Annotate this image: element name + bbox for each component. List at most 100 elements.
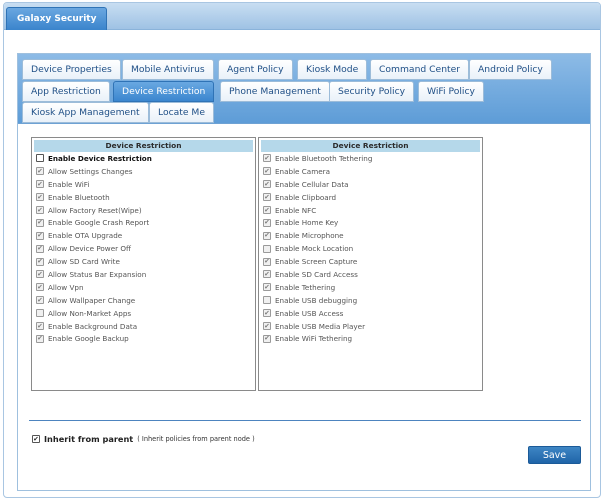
checkbox-enable-wifi-tethering [263, 334, 271, 343]
restriction-item-enable-sd-card-access: Enable SD Card Access [259, 268, 482, 281]
restriction-item-enable-wifi-tethering: Enable WiFi Tethering [259, 332, 482, 345]
restriction-item-enable-bluetooth: Enable Bluetooth [32, 191, 255, 204]
checkbox-allow-non-market-apps [36, 309, 44, 318]
checkbox-allow-vpn [36, 283, 44, 292]
save-button[interactable]: Save [528, 446, 581, 464]
checkbox-enable-usb-access [263, 309, 271, 318]
restriction-item-enable-wifi: Enable WiFi [32, 178, 255, 191]
checkbox-allow-factory-reset-wipe [36, 206, 44, 214]
restriction-label: Enable SD Card Access [275, 269, 358, 279]
tab-phone-management[interactable]: Phone Management [220, 81, 330, 102]
tab-kiosk-app-management[interactable]: Kiosk App Management [22, 102, 149, 123]
restriction-item-enable-usb-access: Enable USB Access [259, 307, 482, 320]
restriction-label: Enable Microphone [275, 231, 344, 241]
tab-kiosk-mode[interactable]: Kiosk Mode [297, 59, 368, 80]
restriction-item-enable-camera: Enable Camera [259, 165, 482, 178]
restriction-item-enable-google-crash-report: Enable Google Crash Report [32, 216, 255, 229]
inherit-label: Inherit from parent [44, 434, 134, 444]
restriction-item-allow-device-power-off: Allow Device Power Off [32, 242, 255, 255]
restriction-label: Enable WiFi Tethering [275, 334, 353, 344]
checkbox-enable-microphone [263, 231, 271, 240]
checkbox-allow-sd-card-write [36, 257, 44, 266]
checkbox-enable-usb-debugging [263, 296, 271, 305]
inherit-note: ( Inherit policies from parent node ) [137, 435, 255, 443]
restriction-label: Allow Vpn [48, 282, 84, 292]
checkbox-enable-bluetooth-tethering [263, 154, 271, 163]
policy-panel: Device Properties Mobile Antivirus Agent… [17, 53, 591, 491]
restriction-label: Enable WiFi [48, 179, 90, 189]
restriction-label: Enable Device Restriction [48, 153, 152, 163]
restriction-label: Enable Background Data [48, 321, 138, 331]
restriction-item-enable-tethering: Enable Tethering [259, 281, 482, 294]
checkbox-enable-background-data [36, 322, 44, 331]
device-restriction-right-box: Device Restriction Enable Bluetooth Teth… [258, 137, 483, 391]
restriction-label: Allow Settings Changes [48, 166, 133, 176]
restriction-label: Enable NFC [275, 205, 317, 215]
restriction-item-allow-non-market-apps: Allow Non-Market Apps [32, 307, 255, 320]
checkbox-allow-settings-changes [36, 167, 44, 176]
checkbox-allow-wallpaper-change [36, 296, 44, 305]
restriction-item-enable-bluetooth-tethering: Enable Bluetooth Tethering [259, 152, 482, 165]
tab-device-restriction[interactable]: Device Restriction [113, 81, 215, 102]
restriction-label: Allow Non-Market Apps [48, 308, 132, 318]
restriction-label: Allow Device Power Off [48, 244, 131, 254]
tab-command-center[interactable]: Command Center [370, 59, 470, 80]
restriction-item-enable-mock-location: Enable Mock Location [259, 242, 482, 255]
restriction-label: Enable USB debugging [275, 295, 358, 305]
restriction-label: Enable Google Crash Report [48, 218, 150, 228]
checkbox-enable-google-crash-report [36, 218, 44, 227]
left-box-items: Enable Device Restriction Allow Settings … [32, 152, 255, 345]
restriction-label: Enable Clipboard [275, 192, 337, 202]
restriction-label: Enable OTA Upgrade [48, 231, 123, 241]
checkbox-enable-google-backup [36, 334, 44, 343]
restriction-label: Enable USB Access [275, 308, 344, 318]
tab-device-properties[interactable]: Device Properties [22, 59, 121, 80]
checkbox-enable-bluetooth [36, 193, 44, 202]
restriction-item-allow-status-bar-expansion: Allow Status Bar Expansion [32, 268, 255, 281]
restriction-label: Allow Wallpaper Change [48, 295, 136, 305]
checkbox-allow-status-bar-expansion [36, 270, 44, 279]
restriction-label: Enable Bluetooth [48, 192, 110, 202]
checkbox-allow-device-power-off [36, 244, 44, 253]
restriction-item-enable-device-restriction: Enable Device Restriction [32, 152, 255, 165]
checkbox-enable-device-restriction[interactable] [36, 154, 44, 163]
checkbox-enable-ota-upgrade [36, 231, 44, 240]
restriction-item-enable-nfc: Enable NFC [259, 204, 482, 217]
restriction-item-allow-wallpaper-change: Allow Wallpaper Change [32, 294, 255, 307]
restriction-label: Enable Google Backup [48, 334, 129, 344]
restriction-label: Allow Status Bar Expansion [48, 269, 147, 279]
restriction-item-enable-microphone: Enable Microphone [259, 229, 482, 242]
window-title-tab[interactable]: Galaxy Security [6, 7, 108, 30]
tab-locate-me[interactable]: Locate Me [149, 102, 215, 123]
tab-security-policy[interactable]: Security Policy [329, 81, 415, 102]
checkbox-enable-clipboard [263, 193, 271, 202]
restriction-item-enable-background-data: Enable Background Data [32, 320, 255, 333]
restriction-item-allow-sd-card-write: Allow SD Card Write [32, 255, 255, 268]
tab-app-restriction[interactable]: App Restriction [22, 81, 110, 102]
device-restriction-left-box: Device Restriction Enable Device Restric… [31, 137, 256, 391]
checkbox-enable-cellular-data [263, 180, 271, 189]
tab-mobile-antivirus[interactable]: Mobile Antivirus [122, 59, 214, 80]
policy-tabs: Device Properties Mobile Antivirus Agent… [18, 54, 590, 124]
left-box-header: Device Restriction [34, 140, 253, 152]
restriction-item-allow-factory-reset-wipe: Allow Factory Reset(Wipe) [32, 204, 255, 217]
restriction-item-allow-vpn: Allow Vpn [32, 281, 255, 294]
restriction-label: Enable Mock Location [275, 244, 354, 254]
right-box-items: Enable Bluetooth Tethering Enable Camera E… [259, 152, 482, 345]
restriction-item-enable-clipboard: Enable Clipboard [259, 191, 482, 204]
tab-agent-policy[interactable]: Agent Policy [218, 59, 293, 80]
checkbox-enable-nfc [263, 206, 271, 214]
window-header: Galaxy Security [4, 3, 600, 30]
galaxy-security-window: Galaxy Security Device Properties Mobile… [3, 2, 601, 498]
tab-strip-border [18, 123, 590, 124]
tab-wifi-policy[interactable]: WiFi Policy [418, 81, 484, 102]
checkbox-enable-tethering [263, 283, 271, 292]
restriction-item-enable-usb-debugging: Enable USB debugging [259, 294, 482, 307]
divider [29, 420, 581, 421]
restriction-item-enable-cellular-data: Enable Cellular Data [259, 178, 482, 191]
tab-android-policy[interactable]: Android Policy [469, 59, 552, 80]
checkbox-enable-sd-card-access [263, 270, 271, 279]
restriction-label: Allow SD Card Write [48, 257, 120, 267]
inherit-checkbox[interactable] [32, 435, 40, 443]
restriction-label: Enable Bluetooth Tethering [275, 153, 373, 163]
